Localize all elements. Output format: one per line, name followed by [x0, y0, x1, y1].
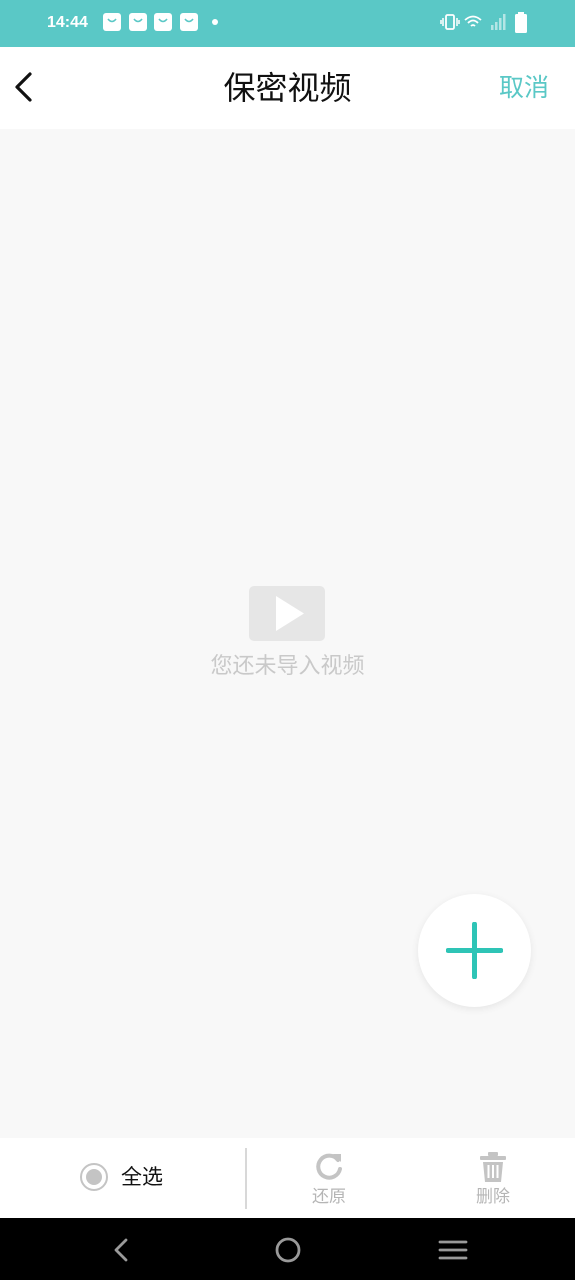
restore-label: 还原 [312, 1187, 346, 1207]
restore-button[interactable]: 还原 [289, 1150, 369, 1210]
add-video-button[interactable] [418, 894, 531, 1007]
empty-state-message: 您还未导入视频 [210, 654, 365, 679]
select-all-label: 全选 [121, 1165, 163, 1189]
nav-back-button[interactable] [106, 1234, 138, 1266]
battery-icon [513, 12, 529, 38]
notification-dot [212, 19, 218, 25]
cancel-button[interactable]: 取消 [499, 71, 549, 105]
home-icon [275, 1237, 301, 1263]
delete-label: 删除 [476, 1187, 510, 1207]
system-nav-bar [0, 1218, 575, 1280]
vibrate-icon [440, 12, 460, 36]
action-bar: 全选 还原 删除 [0, 1138, 575, 1218]
back-icon [114, 1238, 128, 1262]
app-header: 保密视频 取消 [0, 47, 575, 129]
page-title: 保密视频 [223, 69, 352, 107]
refresh-icon [316, 1153, 342, 1180]
menu-icon [438, 1240, 468, 1260]
nav-menu-button[interactable] [437, 1234, 469, 1266]
signal-icon [489, 12, 509, 36]
shopping-bag-icon [103, 13, 121, 31]
status-bar: 14:44 [0, 0, 575, 47]
shopping-bag-icon [129, 13, 147, 31]
radio-button[interactable] [80, 1163, 108, 1191]
video-play-icon [249, 586, 325, 641]
plus-icon [446, 922, 503, 979]
status-time: 14:44 [47, 14, 88, 31]
wifi-icon [463, 12, 483, 36]
shopping-bag-icon [180, 13, 198, 31]
divider [245, 1148, 247, 1209]
nav-home-button[interactable] [272, 1234, 304, 1266]
select-all-toggle[interactable]: 全选 [80, 1162, 190, 1196]
delete-button[interactable]: 删除 [453, 1150, 533, 1210]
shopping-bag-icon [154, 13, 172, 31]
trash-icon [480, 1152, 506, 1182]
